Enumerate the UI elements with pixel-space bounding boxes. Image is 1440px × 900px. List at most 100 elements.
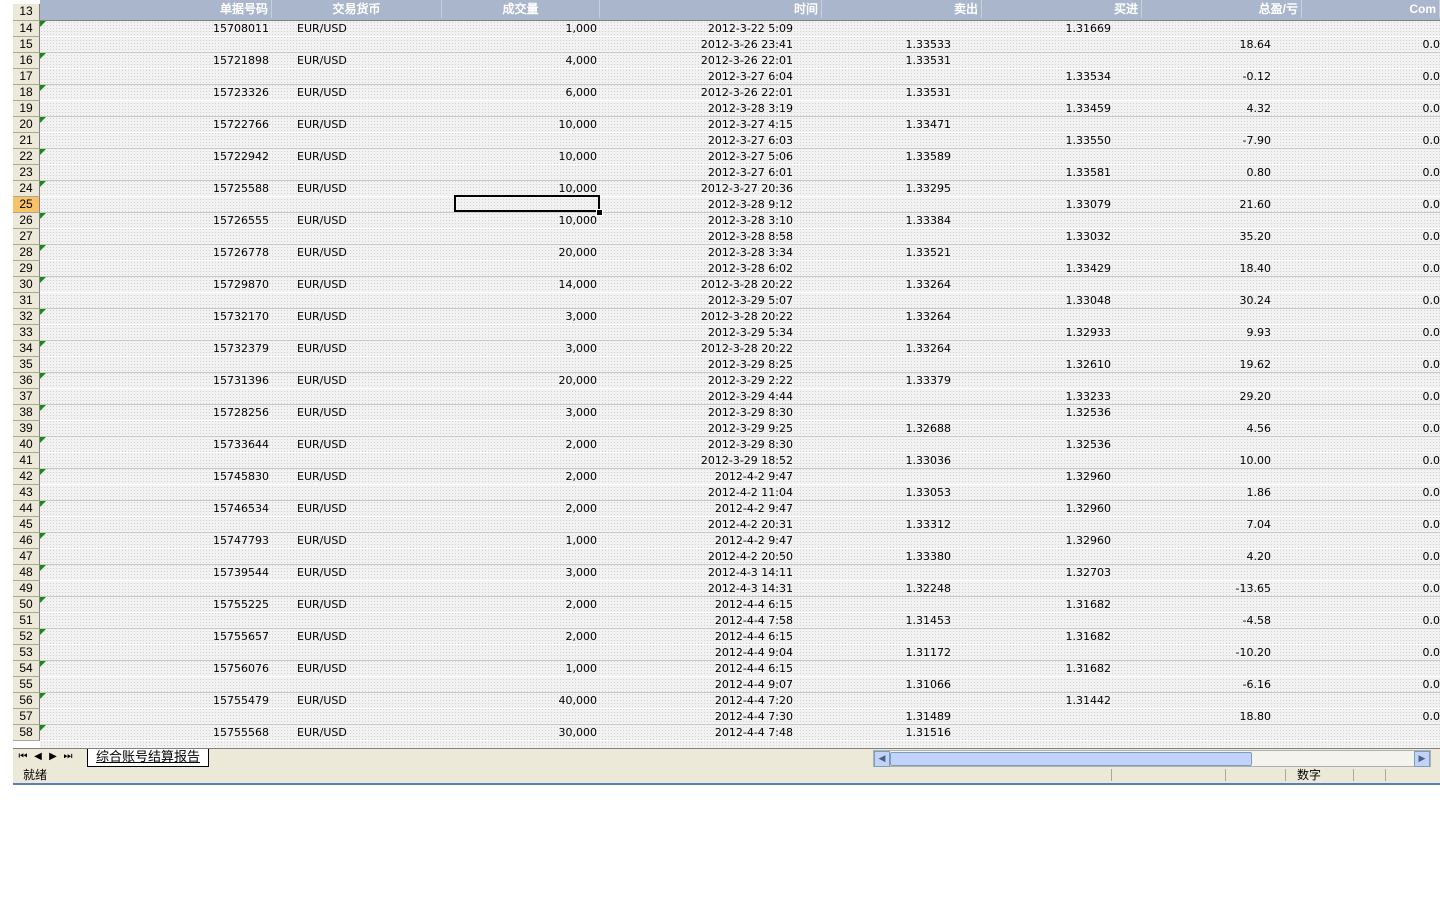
- row-header-label[interactable]: 32: [13, 309, 40, 325]
- prev-sheet-nav-icon[interactable]: ◀: [31, 750, 45, 764]
- cell-time[interactable]: 2012-4-4 6:15: [600, 629, 796, 645]
- cell-commission[interactable]: [1274, 629, 1440, 645]
- row-header-label[interactable]: 25: [13, 197, 40, 213]
- cell-currency[interactable]: EUR/USD: [294, 53, 444, 69]
- cell-ticket-id[interactable]: [40, 101, 272, 117]
- cell-sell[interactable]: 1.33521: [796, 245, 954, 261]
- cell-ticket-id[interactable]: [40, 613, 272, 629]
- cell-sell[interactable]: 1.32688: [796, 421, 954, 437]
- cell-profit-loss[interactable]: 10.00: [1114, 453, 1274, 469]
- cell-volume[interactable]: [454, 485, 600, 501]
- cell-ticket-id[interactable]: [40, 549, 272, 565]
- cell-ticket-id[interactable]: [40, 581, 272, 597]
- cell-sell[interactable]: 1.31066: [796, 677, 954, 693]
- cell-ticket-id[interactable]: [40, 229, 272, 245]
- cell-profit-loss[interactable]: [1114, 213, 1274, 229]
- cell-profit-loss[interactable]: [1114, 533, 1274, 549]
- cell-volume[interactable]: 10,000: [454, 149, 600, 165]
- cell-volume[interactable]: [454, 37, 600, 53]
- row-header-label[interactable]: 55: [13, 677, 40, 693]
- cell-volume[interactable]: 40,000: [454, 693, 600, 709]
- cell-ticket-id[interactable]: 15726778: [40, 245, 272, 261]
- row-header-label[interactable]: 43: [13, 485, 40, 501]
- cell-time[interactable]: 2012-3-26 22:01: [600, 85, 796, 101]
- cell-buy[interactable]: [954, 421, 1114, 437]
- cell-currency[interactable]: EUR/USD: [294, 629, 444, 645]
- cell-sell[interactable]: 1.31453: [796, 613, 954, 629]
- cell-buy[interactable]: 1.32960: [954, 469, 1114, 485]
- cell-profit-loss[interactable]: -10.20: [1114, 645, 1274, 661]
- cell-buy[interactable]: 1.31669: [954, 21, 1114, 37]
- cell-buy[interactable]: [954, 85, 1114, 101]
- cell-commission[interactable]: [1274, 149, 1440, 165]
- cell-profit-loss[interactable]: -0.12: [1114, 69, 1274, 85]
- cell-buy[interactable]: [954, 277, 1114, 293]
- cell-sell[interactable]: [796, 229, 954, 245]
- cell-buy[interactable]: [954, 485, 1114, 501]
- cell-sell[interactable]: [796, 405, 954, 421]
- cell-volume[interactable]: 10,000: [454, 117, 600, 133]
- cell-commission[interactable]: 0.00: [1274, 709, 1440, 725]
- cell-commission[interactable]: [1274, 405, 1440, 421]
- cell-buy[interactable]: 1.33581: [954, 165, 1114, 181]
- cell-profit-loss[interactable]: [1114, 597, 1274, 613]
- cell-profit-loss[interactable]: 1.86: [1114, 485, 1274, 501]
- row-header-label[interactable]: 47: [13, 549, 40, 565]
- cell-commission[interactable]: 0.00: [1274, 389, 1440, 405]
- row-header-label[interactable]: 53: [13, 645, 40, 661]
- cell-currency[interactable]: EUR/USD: [294, 533, 444, 549]
- cell-buy[interactable]: 1.33079: [954, 197, 1114, 213]
- cell-currency[interactable]: EUR/USD: [294, 181, 444, 197]
- cell-volume[interactable]: [454, 389, 600, 405]
- cell-time[interactable]: 2012-3-28 3:19: [600, 101, 796, 117]
- cell-profit-loss[interactable]: [1114, 277, 1274, 293]
- cell-sell[interactable]: [796, 197, 954, 213]
- row-header-label[interactable]: 18: [13, 85, 40, 101]
- cell-currency[interactable]: [294, 517, 444, 533]
- cell-currency[interactable]: [294, 581, 444, 597]
- cell-commission[interactable]: [1274, 661, 1440, 677]
- cell-volume[interactable]: [454, 325, 600, 341]
- cell-sell[interactable]: 1.31489: [796, 709, 954, 725]
- cell-ticket-id[interactable]: 15739544: [40, 565, 272, 581]
- cell-currency[interactable]: [294, 645, 444, 661]
- cell-commission[interactable]: [1274, 277, 1440, 293]
- cell-time[interactable]: 2012-4-4 9:04: [600, 645, 796, 661]
- cell-commission[interactable]: 0.00: [1274, 133, 1440, 149]
- cell-currency[interactable]: EUR/USD: [294, 149, 444, 165]
- cell-sell[interactable]: 1.33264: [796, 277, 954, 293]
- cell-ticket-id[interactable]: 15746534: [40, 501, 272, 517]
- cell-sell[interactable]: [796, 165, 954, 181]
- cell-buy[interactable]: [954, 677, 1114, 693]
- cell-commission[interactable]: 0.00: [1274, 261, 1440, 277]
- row-header-label[interactable]: 23: [13, 165, 40, 181]
- cell-sell[interactable]: [796, 501, 954, 517]
- row-header-label[interactable]: 49: [13, 581, 40, 597]
- cell-commission[interactable]: 0.00: [1274, 549, 1440, 565]
- cell-commission[interactable]: [1274, 213, 1440, 229]
- cell-sell[interactable]: 1.33295: [796, 181, 954, 197]
- cell-ticket-id[interactable]: [40, 133, 272, 149]
- cell-currency[interactable]: [294, 197, 444, 213]
- cell-profit-loss[interactable]: 19.62: [1114, 357, 1274, 373]
- cell-currency[interactable]: [294, 485, 444, 501]
- cell-currency[interactable]: [294, 293, 444, 309]
- cell-time[interactable]: 2012-3-22 5:09: [600, 21, 796, 37]
- cell-ticket-id[interactable]: 15733644: [40, 437, 272, 453]
- row-header-label[interactable]: 21: [13, 133, 40, 149]
- cell-volume[interactable]: [454, 581, 600, 597]
- row-header-label[interactable]: 40: [13, 437, 40, 453]
- row-header-label[interactable]: 54: [13, 661, 40, 677]
- cell-ticket-id[interactable]: [40, 421, 272, 437]
- cell-currency[interactable]: EUR/USD: [294, 341, 444, 357]
- cell-buy[interactable]: [954, 613, 1114, 629]
- cell-buy[interactable]: [954, 309, 1114, 325]
- cell-sell[interactable]: 1.33589: [796, 149, 954, 165]
- cell-time[interactable]: 2012-4-3 14:11: [600, 565, 796, 581]
- cell-ticket-id[interactable]: [40, 69, 272, 85]
- cell-buy[interactable]: [954, 341, 1114, 357]
- cell-currency[interactable]: EUR/USD: [294, 437, 444, 453]
- cell-profit-loss[interactable]: [1114, 53, 1274, 69]
- cell-commission[interactable]: 0.00: [1274, 101, 1440, 117]
- cell-profit-loss[interactable]: [1114, 341, 1274, 357]
